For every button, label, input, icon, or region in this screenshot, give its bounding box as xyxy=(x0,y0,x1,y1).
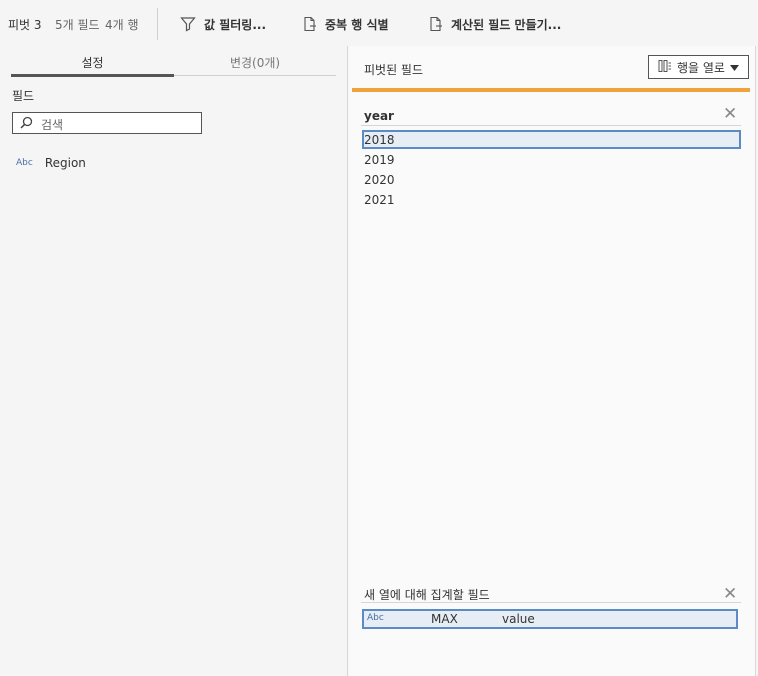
rows-to-columns-icon xyxy=(658,59,672,76)
filter-icon xyxy=(180,16,196,32)
create-calculated-field-label: 계산된 필드 만들기... xyxy=(451,17,562,32)
string-type-icon: Abc xyxy=(367,613,384,623)
field-name: Region xyxy=(44,156,86,170)
fields-heading: 필드 xyxy=(12,89,35,103)
panel-border xyxy=(755,46,756,676)
string-type-icon: Abc xyxy=(16,158,33,168)
left-panel: 설정 변경(0개) 필드 검색 Abc Region xyxy=(0,46,348,676)
active-tab-indicator xyxy=(11,74,174,77)
aggregate-field-name: value xyxy=(502,612,535,626)
selected-value-highlight xyxy=(362,130,741,149)
field-count: 5개 필드 xyxy=(55,18,100,32)
pivot-value-item[interactable]: 2018 xyxy=(364,133,395,147)
pivot-value-item[interactable]: 2019 xyxy=(364,153,395,167)
pivot-field-header: year xyxy=(364,109,394,123)
pivot-value-item[interactable]: 2020 xyxy=(364,173,395,187)
pivot-direction-dropdown[interactable]: 행을 열로 xyxy=(648,55,749,79)
top-toolbar: 피벗 3 5개 필드 4개 행 값 필터링... 중복 행 식별 계산된 필드 … xyxy=(0,0,758,46)
document-icon xyxy=(303,16,317,32)
aggregate-field-row[interactable]: Abc MAX value xyxy=(362,609,738,629)
search-placeholder: 검색 xyxy=(41,118,64,132)
step-name: 피벗 3 xyxy=(8,18,42,32)
pivot-accent-bar xyxy=(352,88,750,92)
create-calculated-field-button[interactable]: 계산된 필드 만들기... xyxy=(429,14,561,34)
divider xyxy=(361,602,741,603)
aggregate-function: MAX xyxy=(431,612,458,626)
field-list-item[interactable]: Abc Region xyxy=(16,156,86,170)
toolbar-divider xyxy=(157,8,158,40)
calc-field-icon xyxy=(429,16,443,32)
pivot-direction-label: 행을 열로 xyxy=(677,60,725,75)
identify-duplicates-label: 중복 행 식별 xyxy=(325,17,389,32)
aggregate-section-header: 새 열에 대해 집계할 필드 xyxy=(364,588,490,602)
right-panel: 피벗된 필드 행을 열로 year ✕ 2018 2019 2020 2021 … xyxy=(349,46,755,676)
close-icon[interactable]: ✕ xyxy=(723,105,737,123)
pivot-value-item[interactable]: 2021 xyxy=(364,193,395,207)
chevron-down-icon xyxy=(729,60,739,74)
filter-values-button[interactable]: 값 필터링... xyxy=(180,14,266,34)
search-input[interactable]: 검색 xyxy=(12,112,202,134)
identify-duplicates-button[interactable]: 중복 행 식별 xyxy=(303,14,389,34)
divider xyxy=(361,125,741,126)
close-icon[interactable]: ✕ xyxy=(723,585,737,603)
search-icon xyxy=(20,116,33,132)
pivoted-fields-title: 피벗된 필드 xyxy=(364,63,424,77)
filter-values-label: 값 필터링... xyxy=(204,17,267,32)
row-count: 4개 행 xyxy=(105,18,139,32)
